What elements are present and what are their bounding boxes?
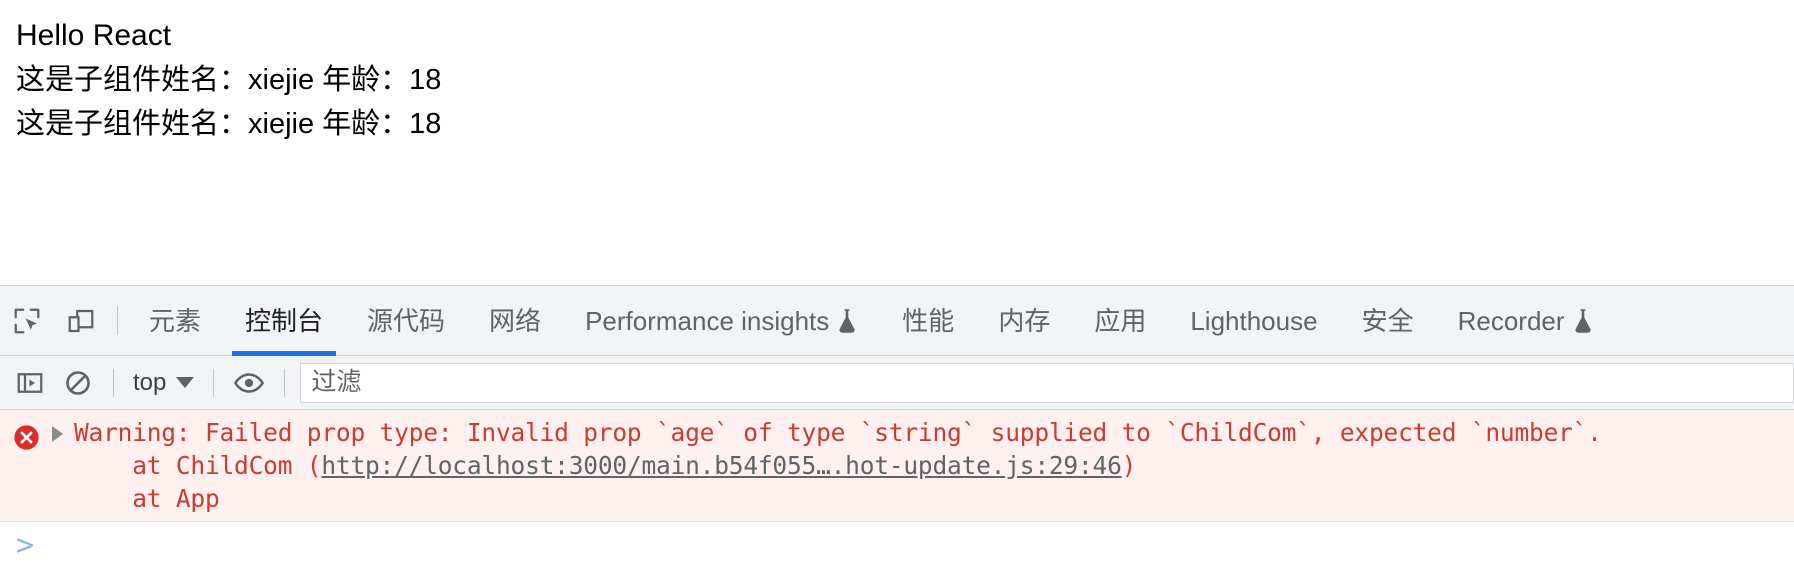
tab-lighthouse[interactable]: Lighthouse [1168, 286, 1339, 355]
expand-triangle-icon[interactable] [52, 415, 74, 442]
tab-performance-insights[interactable]: Performance insights [563, 286, 880, 355]
experiment-flask-icon [836, 308, 858, 334]
console-error-line: at ChildCom (http://localhost:3000/main.… [74, 448, 1794, 481]
tab-sources[interactable]: 源代码 [345, 286, 467, 355]
tab-recorder[interactable]: Recorder [1436, 286, 1616, 355]
tab-label: 性能 [902, 305, 955, 336]
chevron-down-icon [176, 377, 195, 388]
stack-frame-suffix: ) [1121, 451, 1137, 480]
context-selector-value: top [133, 368, 167, 396]
child-component-line-1: 这是子组件姓名：xiejie 年龄：18 [16, 64, 442, 96]
tab-label: 应用 [1094, 305, 1147, 336]
prompt-chevron-icon: > [16, 528, 35, 563]
tab-network[interactable]: 网络 [467, 286, 563, 355]
tab-label: 源代码 [367, 305, 446, 336]
tab-label: Recorder [1457, 305, 1565, 336]
console-sidebar-icon[interactable] [6, 362, 54, 404]
console-output: Warning: Failed prop type: Invalid prop … [0, 410, 1794, 576]
tab-console[interactable]: 控制台 [223, 286, 345, 356]
tab-label: 安全 [1361, 305, 1414, 336]
console-error-message[interactable]: Warning: Failed prop type: Invalid prop … [0, 410, 1794, 522]
console-error-line: at App [74, 484, 220, 513]
tab-label: 网络 [489, 305, 542, 336]
tab-label: 内存 [998, 305, 1051, 336]
source-link[interactable]: http://localhost:3000/main.b54f055….hot-… [321, 451, 1121, 480]
tab-label: 控制台 [245, 305, 324, 336]
console-input-prompt[interactable]: > [0, 522, 1794, 570]
console-error-body: Warning: Failed prop type: Invalid prop … [74, 415, 1794, 514]
devtools-panel: 元素 控制台 源代码 网络 Performance insights 性能 内存… [0, 285, 1794, 576]
page-viewport: Hello React 这是子组件姓名：xiejie 年龄：18 这是子组件姓名… [0, 0, 1794, 285]
tab-memory[interactable]: 内存 [976, 286, 1072, 355]
toolbar-divider [284, 368, 286, 397]
toolbar-divider [117, 306, 118, 335]
tab-security[interactable]: 安全 [1340, 286, 1436, 355]
tab-performance[interactable]: 性能 [880, 286, 976, 355]
toolbar-divider [213, 368, 215, 397]
live-expression-icon[interactable] [225, 362, 273, 404]
page-heading: Hello React [16, 19, 172, 52]
tab-elements[interactable]: 元素 [127, 286, 223, 355]
child-component-line-2: 这是子组件姓名：xiejie 年龄：18 [16, 108, 442, 140]
clear-console-icon[interactable] [54, 362, 102, 404]
device-toolbar-icon[interactable] [54, 286, 108, 355]
tab-label: 元素 [149, 305, 202, 336]
console-error-line: Warning: Failed prop type: Invalid prop … [74, 418, 1602, 447]
filter-input[interactable] [300, 362, 1794, 403]
toolbar-divider [113, 368, 114, 397]
console-toolbar: top [0, 356, 1794, 410]
context-selector[interactable]: top [125, 369, 202, 397]
stack-frame-prefix: at ChildCom ( [74, 451, 322, 480]
experiment-flask-icon [1572, 308, 1594, 334]
tab-label: Lighthouse [1190, 305, 1318, 336]
devtools-tabbar: 元素 控制台 源代码 网络 Performance insights 性能 内存… [0, 286, 1794, 356]
inspect-element-icon[interactable] [0, 286, 54, 355]
tab-application[interactable]: 应用 [1072, 286, 1168, 355]
tab-label: Performance insights [585, 305, 830, 336]
error-circle-icon [0, 415, 52, 451]
